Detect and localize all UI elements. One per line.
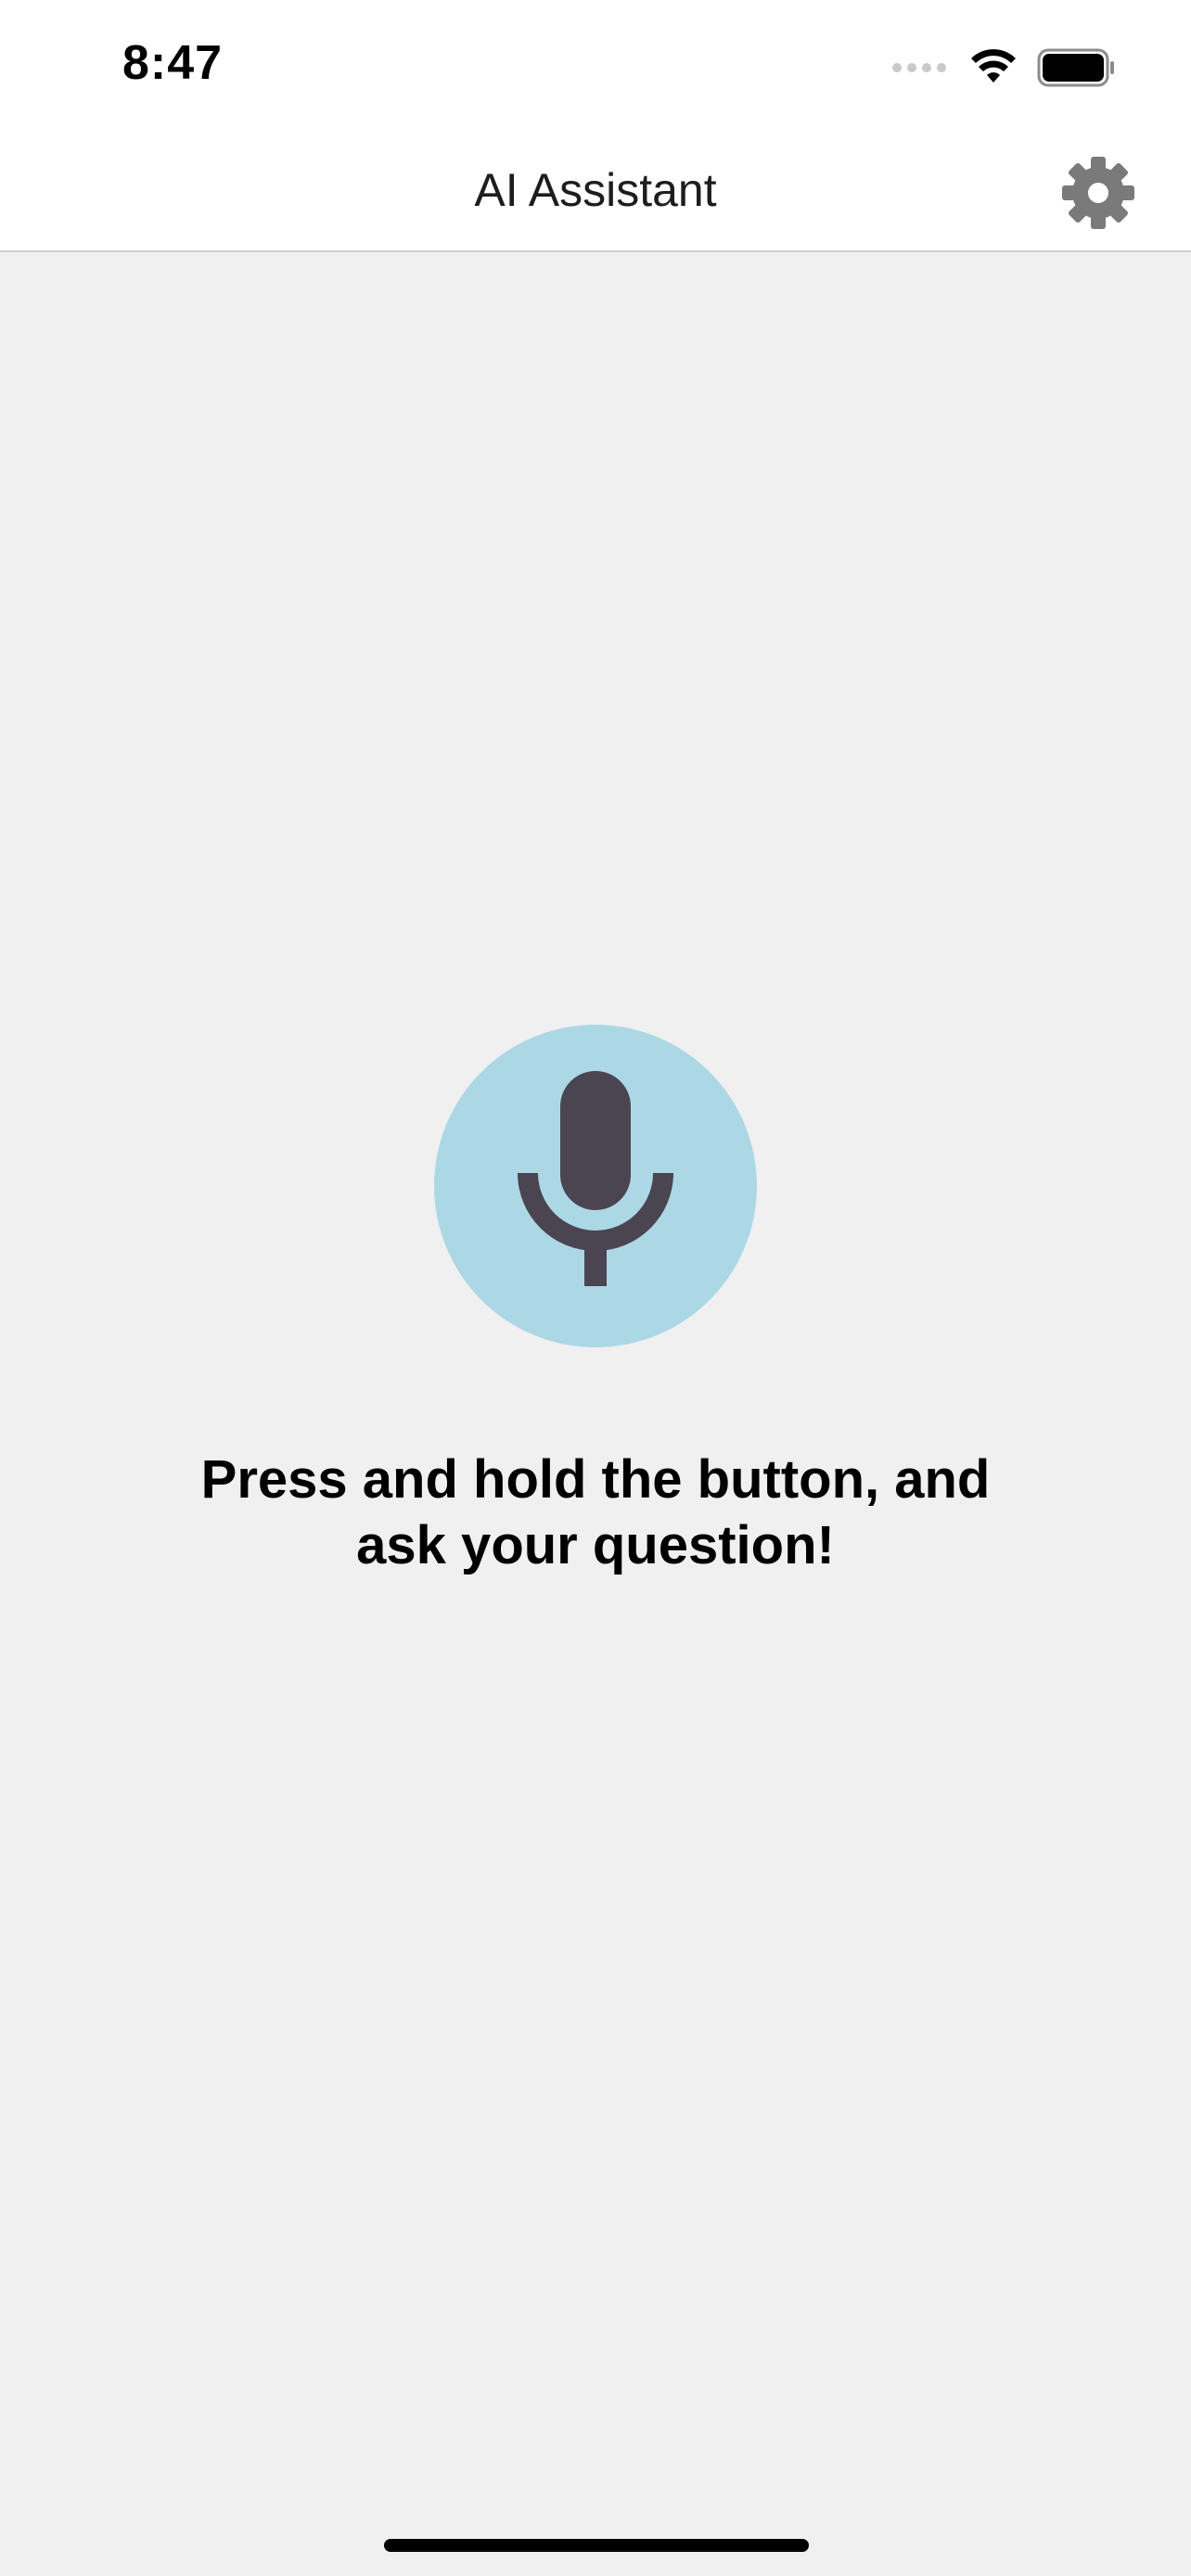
instruction-line-2: ask your question! [356, 1515, 835, 1575]
instruction-text: Press and hold the button, and ask your … [93, 1447, 1098, 1578]
gear-icon [1062, 157, 1134, 229]
home-indicator[interactable] [384, 2539, 809, 2552]
navigation-bar: AI Assistant [0, 130, 1191, 252]
wifi-icon [971, 49, 1016, 83]
status-bar: 8:47 [0, 0, 1191, 130]
settings-button[interactable] [1061, 156, 1135, 230]
signal-icon [892, 63, 946, 72]
page-title: AI Assistant [474, 164, 717, 216]
battery-icon [1037, 48, 1114, 87]
microphone-icon [518, 1071, 673, 1286]
status-time: 8:47 [122, 36, 224, 90]
record-button[interactable] [434, 1025, 757, 1347]
status-icons [892, 45, 1115, 91]
instruction-line-1: Press and hold the button, and [200, 1449, 991, 1510]
